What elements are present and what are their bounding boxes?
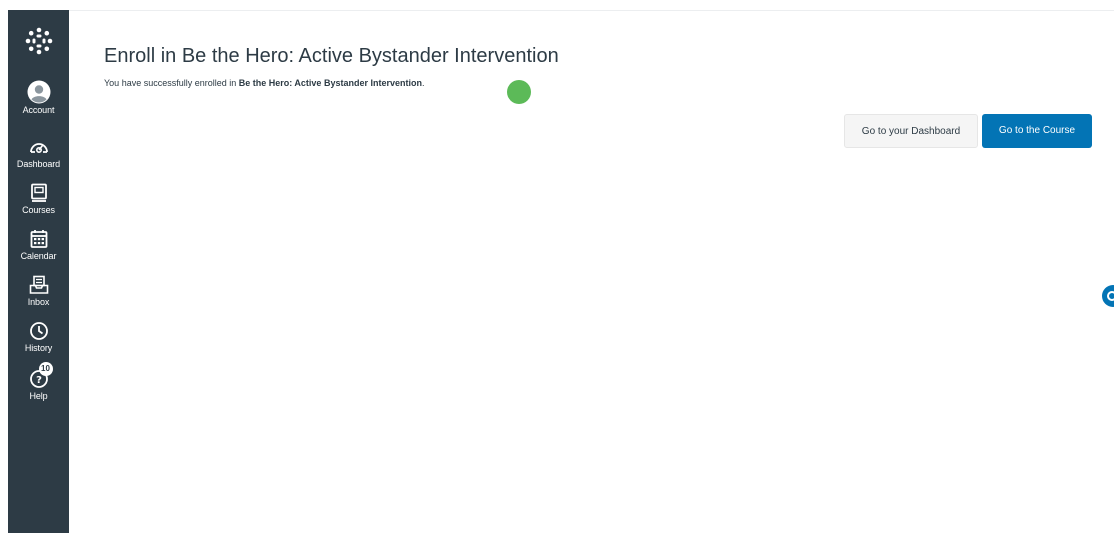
nav-item-label: Courses	[22, 205, 55, 215]
nav-item-courses[interactable]: Courses	[8, 182, 69, 216]
nav-item-label: Help	[29, 391, 48, 401]
nav-item-calendar[interactable]: Calendar	[8, 228, 69, 262]
global-navigation: Account Dashboard Courses Calendar Inbox…	[8, 10, 69, 533]
nav-item-label: History	[24, 343, 53, 353]
go-to-course-button[interactable]: Go to the Course	[982, 114, 1092, 148]
inbox-icon	[28, 274, 50, 296]
help-badge: 10	[38, 362, 53, 376]
main-content: Enroll in Be the Hero: Active Bystander …	[104, 40, 1114, 90]
nav-item-label: Calendar	[20, 251, 57, 261]
courses-icon	[28, 182, 50, 204]
go-to-dashboard-button[interactable]: Go to your Dashboard	[844, 114, 978, 148]
dashboard-icon	[28, 136, 50, 158]
calendar-icon	[28, 228, 50, 250]
help-icon: ? 10	[28, 362, 53, 390]
page-title: Enroll in Be the Hero: Active Bystander …	[104, 45, 559, 67]
enrollment-success-message: You have successfully enrolled in Be the…	[104, 76, 1114, 90]
message-prefix: You have successfully enrolled in	[104, 78, 239, 88]
account-icon	[27, 80, 51, 104]
nav-item-label: Account	[22, 105, 55, 115]
nav-item-account[interactable]: Account	[8, 80, 69, 116]
nav-item-label: Dashboard	[16, 159, 61, 169]
success-indicator-dot	[507, 80, 531, 104]
svg-text:?: ?	[36, 375, 42, 386]
nav-item-dashboard[interactable]: Dashboard	[8, 136, 69, 170]
nav-item-help[interactable]: ? 10 Help	[8, 362, 69, 402]
message-suffix: .	[421, 78, 425, 88]
nav-item-label: Inbox	[27, 297, 50, 307]
nav-item-inbox[interactable]: Inbox	[8, 274, 69, 308]
canvas-logo-icon[interactable]	[24, 26, 54, 56]
nav-item-history[interactable]: History	[8, 320, 69, 354]
history-icon	[28, 320, 50, 342]
message-course-name: Be the Hero: Active Bystander Interventi…	[238, 78, 422, 88]
